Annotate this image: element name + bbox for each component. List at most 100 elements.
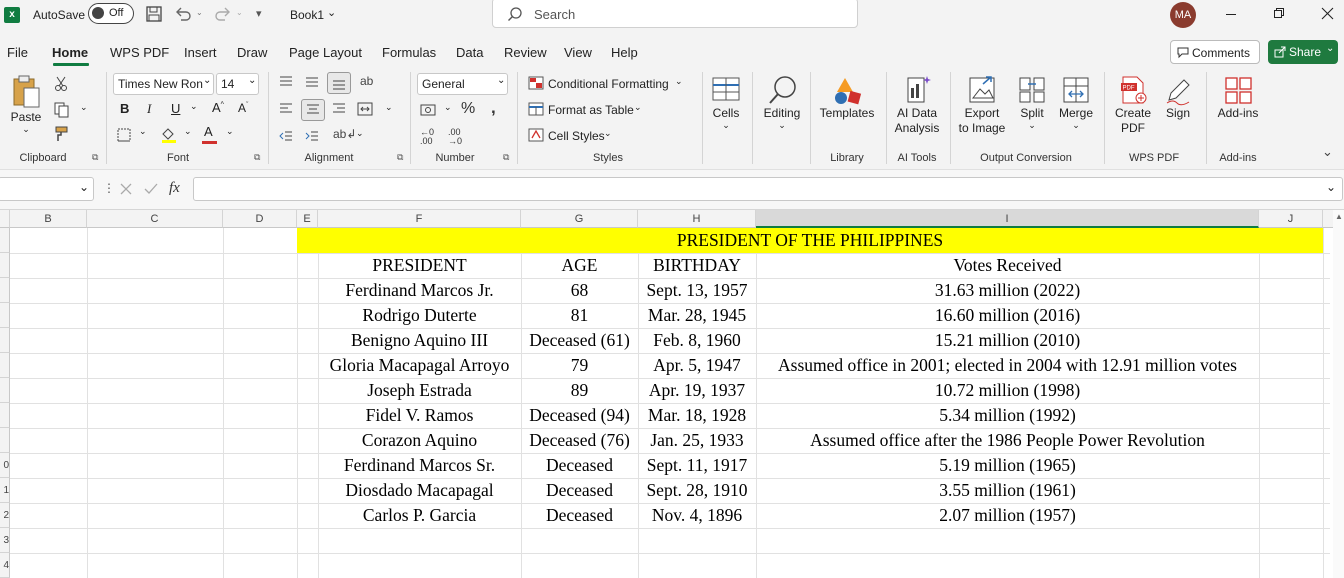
format-as-table-button[interactable]: Format as Table <box>548 103 634 117</box>
align-left-icon[interactable] <box>279 103 293 115</box>
number-launcher-icon[interactable]: ⧉ <box>503 152 509 163</box>
restore-icon[interactable] <box>1274 8 1284 18</box>
underline-dropdown-icon[interactable]: ⌄ <box>190 101 198 112</box>
autosave-toggle[interactable]: Off <box>88 3 134 24</box>
paste-button[interactable]: Paste ⌄ <box>8 74 44 134</box>
align-center-button[interactable] <box>301 99 325 121</box>
templates-button[interactable]: Templates <box>818 74 876 121</box>
header-age[interactable]: AGE <box>521 253 638 278</box>
align-right-icon[interactable] <box>332 103 346 115</box>
row-header[interactable] <box>0 353 10 378</box>
accounting-format-icon[interactable] <box>420 103 436 117</box>
clipboard-launcher-icon[interactable]: ⧉ <box>92 152 98 163</box>
format-as-table-icon[interactable] <box>528 102 544 116</box>
comma-style-icon[interactable]: , <box>491 98 496 118</box>
collapse-ribbon-icon[interactable]: ⌄ <box>1322 144 1333 160</box>
cell-president[interactable]: Corazon Aquino <box>318 428 521 453</box>
cell-votes[interactable]: 15.21 million (2010) <box>756 328 1259 353</box>
align-top-icon[interactable] <box>279 76 293 88</box>
sign-button[interactable]: Sign <box>1158 74 1198 121</box>
cell-birthday[interactable]: Sept. 28, 1910 <box>638 478 756 503</box>
cell-votes[interactable]: Assumed office after the 1986 People Pow… <box>756 428 1259 453</box>
increase-decimal-icon[interactable]: ←0.00 <box>420 128 434 146</box>
tab-review[interactable]: Review <box>504 45 547 60</box>
row-header[interactable] <box>0 328 10 353</box>
cell-votes[interactable]: 5.34 million (1992) <box>756 403 1259 428</box>
confirm-entry-icon[interactable] <box>144 183 158 195</box>
customize-qat-icon[interactable]: ▾ <box>256 7 262 20</box>
font-color-dropdown-icon[interactable]: ⌄ <box>226 126 234 137</box>
editing-button[interactable]: Editing ⌄ <box>760 74 804 130</box>
cell-president[interactable]: Rodrigo Duterte <box>318 303 521 328</box>
cell-birthday[interactable]: Mar. 28, 1945 <box>638 303 756 328</box>
undo-icon[interactable] <box>174 6 192 22</box>
cell-president[interactable]: Gloria Macapagal Arroyo <box>318 353 521 378</box>
avatar[interactable]: MA <box>1170 2 1196 28</box>
header-birthday[interactable]: BIRTHDAY <box>638 253 756 278</box>
cell-age[interactable]: Deceased <box>521 453 638 478</box>
cell-age[interactable]: Deceased <box>521 478 638 503</box>
orientation-icon[interactable]: ab <box>360 74 373 88</box>
cell-birthday[interactable]: Apr. 19, 1937 <box>638 378 756 403</box>
cell-styles-icon[interactable] <box>528 128 544 142</box>
cell-president[interactable]: Carlos P. Garcia <box>318 503 521 528</box>
tab-home[interactable]: Home <box>52 45 88 60</box>
increase-font-icon[interactable]: A^ <box>212 100 224 115</box>
font-launcher-icon[interactable]: ⧉ <box>254 152 260 163</box>
wrap-dropdown-icon[interactable]: ⌄ <box>356 128 364 139</box>
cell-votes[interactable]: Assumed office in 2001; elected in 2004 … <box>756 353 1259 378</box>
insert-function-icon[interactable]: fx <box>169 180 180 197</box>
font-size-select[interactable]: 14 ⌄ <box>216 73 259 95</box>
decrease-decimal-icon[interactable]: .00 →0 <box>448 128 462 146</box>
save-icon[interactable] <box>146 6 162 22</box>
undo-dropdown-icon[interactable]: ⌄ <box>196 8 203 17</box>
tab-view[interactable]: View <box>564 45 592 60</box>
conditional-formatting-button[interactable]: Conditional Formatting <box>548 77 669 91</box>
cell-birthday[interactable]: Sept. 11, 1917 <box>638 453 756 478</box>
tab-file[interactable]: File <box>7 45 28 60</box>
row-header[interactable]: 4 <box>0 553 10 578</box>
cell-birthday[interactable]: Jan. 25, 1933 <box>638 428 756 453</box>
increase-indent-icon[interactable] <box>305 130 319 142</box>
fill-color-icon[interactable] <box>160 126 178 144</box>
number-format-select[interactable]: General ⌄ <box>417 73 508 95</box>
cell-birthday[interactable]: Feb. 8, 1960 <box>638 328 756 353</box>
copy-icon[interactable] <box>54 102 70 118</box>
cell-president[interactable]: Joseph Estrada <box>318 378 521 403</box>
add-ins-button[interactable]: Add-ins <box>1212 74 1264 121</box>
ai-data-analysis-button[interactable]: AI Data Analysis <box>890 74 944 136</box>
more-options-icon[interactable]: ⋮ <box>103 181 115 195</box>
name-box[interactable]: ⌄ <box>0 177 94 201</box>
redo-dropdown-icon[interactable]: ⌄ <box>236 8 243 17</box>
cell-votes[interactable]: 2.07 million (1957) <box>756 503 1259 528</box>
redo-icon[interactable] <box>214 6 232 22</box>
wrap-text-icon[interactable]: ab↲ <box>333 127 356 141</box>
cell-age[interactable]: 68 <box>521 278 638 303</box>
column-header-h[interactable]: H <box>638 210 756 228</box>
cell-president[interactable]: Benigno Aquino III <box>318 328 521 353</box>
formula-input[interactable]: ⌄ <box>193 177 1343 201</box>
merge-dropdown-icon[interactable]: ⌄ <box>385 102 393 113</box>
comments-button[interactable]: Comments <box>1170 40 1260 64</box>
cell-age[interactable]: 81 <box>521 303 638 328</box>
cell-birthday[interactable]: Sept. 13, 1957 <box>638 278 756 303</box>
format-painter-icon[interactable] <box>54 126 70 142</box>
tab-wps-pdf[interactable]: WPS PDF <box>110 45 169 60</box>
fill-color-dropdown-icon[interactable]: ⌄ <box>184 126 192 137</box>
column-header-f[interactable]: F <box>318 210 521 228</box>
bold-icon[interactable]: B <box>120 101 129 116</box>
cell-birthday[interactable]: Nov. 4, 1896 <box>638 503 756 528</box>
book-title-chevron-icon[interactable]: ⌄ <box>327 6 336 19</box>
row-header[interactable]: 0 <box>0 453 10 478</box>
row-header[interactable]: 2 <box>0 503 10 528</box>
cut-icon[interactable] <box>54 76 68 92</box>
paste-chevron-icon[interactable]: ⌄ <box>8 125 44 134</box>
cell-age[interactable]: 89 <box>521 378 638 403</box>
tab-insert[interactable]: Insert <box>184 45 217 60</box>
row-header[interactable] <box>0 278 10 303</box>
corner-cell[interactable] <box>0 210 10 228</box>
align-middle-icon[interactable] <box>305 76 319 88</box>
borders-icon[interactable] <box>117 128 131 142</box>
row-header[interactable] <box>0 428 10 453</box>
cell-styles-chevron-icon[interactable]: ⌄ <box>604 128 612 139</box>
